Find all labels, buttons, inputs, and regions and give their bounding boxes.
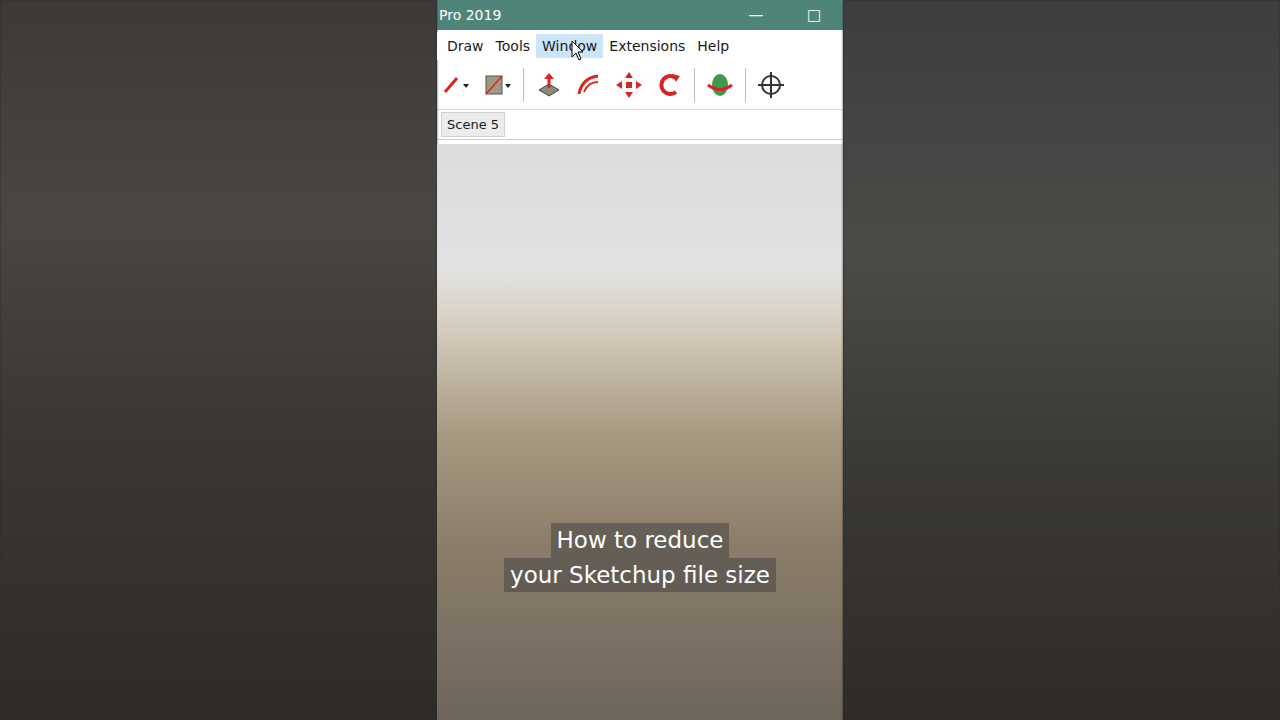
scene-tabs: Scene 5 — [437, 110, 843, 140]
menu-item[interactable]: Tools — [490, 34, 537, 58]
sketchup-window: Pro 2019 —□ DrawToolsWindowExtensionsHelp S… — [437, 0, 843, 720]
toolbar-separator — [523, 68, 524, 102]
caption: How to reduceyour Sketchup file size — [437, 523, 843, 592]
toolbar-separator — [745, 68, 746, 102]
menu-item[interactable]: Help — [691, 34, 735, 58]
window-control-button[interactable]: □ — [785, 6, 843, 24]
menu-item[interactable]: Window — [536, 34, 603, 58]
caption-line: How to reduce — [551, 523, 730, 558]
window-controls: —□ — [727, 6, 843, 24]
pencil-icon[interactable] — [443, 70, 473, 100]
follow-me-icon[interactable] — [574, 70, 604, 100]
blurred-background-right — [843, 0, 1280, 720]
pan-icon[interactable] — [756, 70, 786, 100]
scene-tab[interactable]: Scene 5 — [441, 112, 505, 137]
window-title: Pro 2019 — [439, 7, 501, 23]
menu-item[interactable]: Draw — [441, 34, 490, 58]
blurred-background-left — [0, 0, 437, 720]
title-bar: Pro 2019 —□ — [437, 0, 843, 30]
menu-bar: DrawToolsWindowExtensionsHelp — [437, 32, 843, 60]
move-icon[interactable] — [614, 70, 644, 100]
toolbar-separator — [694, 68, 695, 102]
model-viewport[interactable]: How to reduceyour Sketchup file size — [437, 144, 843, 720]
rotate-icon[interactable] — [654, 70, 684, 100]
video-frame: Pro 2019 —□ DrawToolsWindowExtensionsHelp S… — [0, 0, 1280, 720]
orbit-icon[interactable] — [705, 70, 735, 100]
mouse-cursor-icon — [571, 40, 585, 62]
push-pull-icon[interactable] — [534, 70, 564, 100]
window-control-button[interactable]: — — [727, 6, 785, 24]
toolbar — [437, 60, 843, 110]
caption-line: your Sketchup file size — [504, 558, 776, 593]
rectangle-icon[interactable] — [483, 70, 513, 100]
menu-item[interactable]: Extensions — [603, 34, 691, 58]
